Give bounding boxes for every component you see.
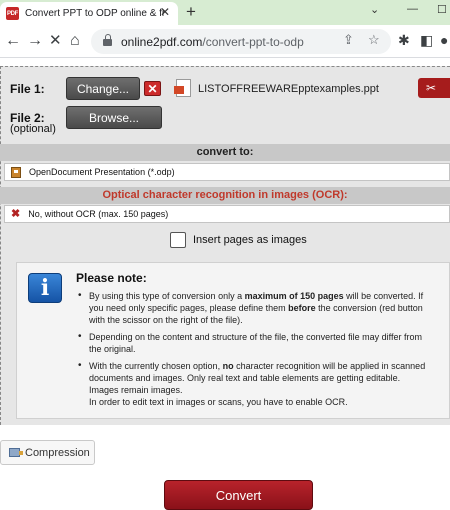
url-text: online2pdf.com/convert-ppt-to-odp (121, 35, 304, 49)
share-icon[interactable]: ⇪ (343, 32, 354, 48)
ocr-select[interactable]: ✖ No, without OCR (max. 150 pages) (4, 205, 450, 223)
no-ocr-x-icon: ✖ (11, 207, 21, 220)
side-panel-icon[interactable]: ◧ (420, 32, 433, 49)
insert-pages-label: Insert pages as images (193, 234, 307, 246)
ocr-header: Optical character recognition in images … (0, 187, 450, 204)
file1-label: File 1: (10, 82, 45, 96)
note-list: By using this type of conversion only a … (76, 290, 426, 413)
bookmark-star-icon[interactable]: ☆ (368, 32, 380, 48)
output-format-select[interactable]: OpenDocument Presentation (*.odp) (4, 163, 450, 181)
please-note-box: i Please note: By using this type of con… (16, 262, 450, 419)
extensions-puzzle-icon[interactable]: ✱ (398, 32, 410, 49)
tab-close-icon[interactable]: ✕ (160, 5, 170, 19)
lock-icon[interactable] (103, 34, 112, 46)
remove-file-x-icon[interactable]: ✕ (144, 81, 161, 96)
convert-button[interactable]: Convert (164, 480, 313, 510)
address-bar: ← → ✕ ⌂ online2pdf.com/convert-ppt-to-od… (0, 25, 450, 58)
output-format-value: OpenDocument Presentation (*.odp) (29, 167, 175, 177)
home-icon[interactable]: ⌂ (70, 32, 80, 50)
profile-avatar-icon[interactable]: ● (440, 32, 448, 48)
note-title: Please note: (76, 271, 147, 285)
change-file-button[interactable]: Change... (66, 77, 140, 100)
compression-button[interactable]: Compression (0, 440, 95, 465)
insert-pages-option[interactable]: Insert pages as images (170, 232, 307, 248)
scissor-page-select-icon[interactable]: ✂ (418, 78, 450, 98)
compression-icon (9, 448, 23, 457)
tab-title: Convert PPT to ODP online & fre (25, 8, 165, 19)
browser-tab[interactable]: PDF Convert PPT to ODP online & fre ✕ (0, 2, 178, 25)
tab-search-chevron-icon[interactable]: ⌄ (370, 3, 379, 16)
note-item-page-limit: By using this type of conversion only a … (76, 290, 426, 326)
url-field[interactable]: online2pdf.com/convert-ppt-to-odp ⇪ ☆ (91, 29, 391, 54)
info-icon: i (28, 273, 62, 303)
browser-tab-bar: PDF Convert PPT to ODP online & fre ✕ + … (0, 0, 450, 25)
ppt-file-icon (174, 79, 191, 97)
file2-optional-label: (optional) (10, 123, 56, 135)
note-item-differences: Depending on the content and structure o… (76, 331, 426, 355)
maximize-icon[interactable]: ☐ (437, 3, 447, 16)
minimize-icon[interactable]: — (407, 3, 418, 15)
ocr-value: No, without OCR (max. 150 pages) (28, 209, 169, 219)
browse-file-button[interactable]: Browse... (66, 106, 162, 129)
uploaded-file-name: LISTOFFREEWAREpptexamples.ppt (198, 83, 379, 95)
insert-pages-checkbox[interactable] (170, 232, 186, 248)
back-arrow-icon[interactable]: ← (5, 32, 21, 50)
note-item-ocr: With the currently chosen option, no cha… (76, 360, 426, 408)
compression-label: Compression (25, 446, 90, 459)
odp-format-icon (11, 166, 21, 178)
convert-to-header: convert to: (0, 144, 450, 161)
stop-x-icon[interactable]: ✕ (49, 32, 62, 50)
pdf-favicon-icon: PDF (6, 7, 19, 20)
forward-arrow-icon[interactable]: → (27, 32, 43, 50)
new-tab-plus-icon[interactable]: + (186, 3, 196, 21)
